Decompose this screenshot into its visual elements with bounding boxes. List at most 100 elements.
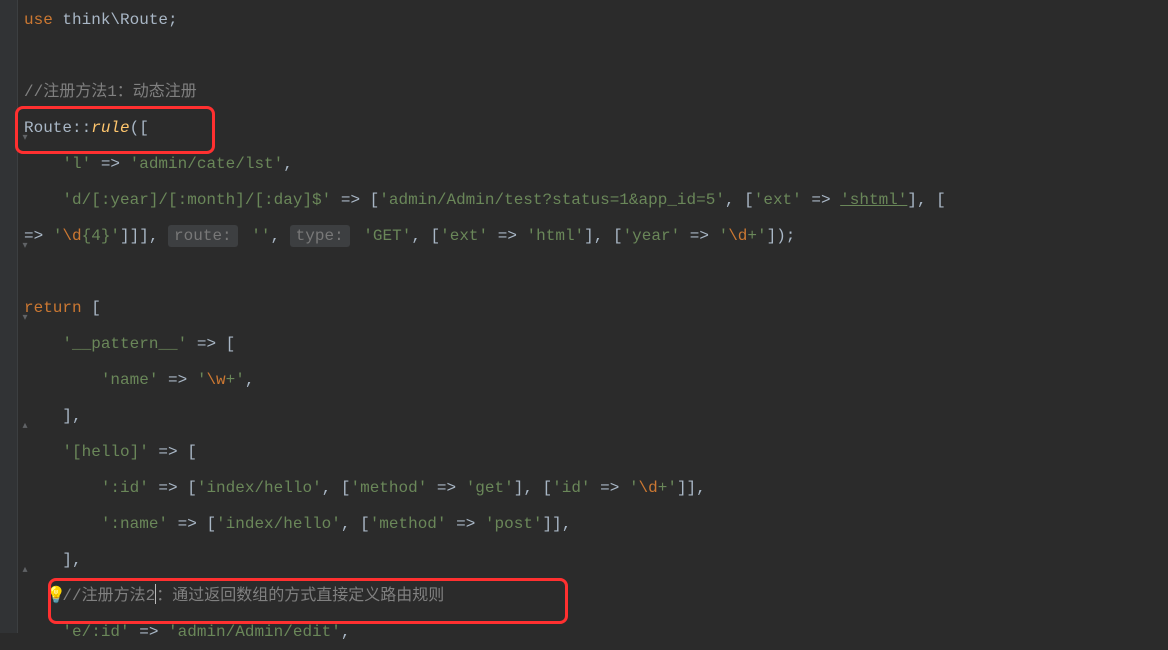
code-line[interactable]: 'l' => 'admin/cate/lst', [18,146,1168,182]
sep: ], [ [514,479,552,497]
comma: , [341,623,351,641]
id-key2: 'id' [552,479,590,497]
edit-key: 'e/:id' [62,623,129,641]
code-line-empty[interactable] [18,38,1168,74]
param-hint-route: route: [168,225,238,247]
ext-key: 'ext' [754,191,802,209]
edit-route: 'admin/Admin/edit' [168,623,341,641]
close-bracket: ], [62,551,81,569]
arrow-op: => [91,155,129,173]
arrow-bracket: => [ [149,479,197,497]
fold-end-icon[interactable]: ▴ [18,553,32,567]
method-get: 'get' [466,479,514,497]
code-line[interactable]: ▾ => '\d{4}']]], route: '', type: 'GET', … [18,218,1168,254]
code-line[interactable]: ▴ ], [18,542,1168,578]
comma: , [270,227,289,245]
code-line[interactable]: ▾Route::rule([ [18,110,1168,146]
method-key: 'method' [370,515,447,533]
id-key: ':id' [101,479,149,497]
method-post: 'post' [485,515,543,533]
year-key: 'year' [623,227,681,245]
code-line[interactable]: ▴ ], [18,398,1168,434]
comma: , [283,155,293,173]
route-target: 'index/hello' [197,479,322,497]
year-regex: '\d+' [719,227,767,245]
regex-val: '\w+' [197,371,245,389]
arrow-op: => [680,227,718,245]
ext-val: 'shtml' [840,191,907,209]
regex-val: '\d{4}' [53,227,120,245]
code-line[interactable]: ':name' => ['index/hello', ['method' => … [18,506,1168,542]
arrow-op: => [447,515,485,533]
arrow-op: => [802,191,840,209]
arrow-op: => [427,479,465,497]
name-key: 'name' [101,371,159,389]
class-path: think\Route [53,11,168,29]
arrow-op: => [591,479,629,497]
comma: , [245,371,255,389]
hello-key: '[hello]' [62,443,148,461]
method-get: 'GET' [363,227,411,245]
method-rule: rule [91,119,129,137]
empty-string: '' [251,227,270,245]
code-editor[interactable]: use think\Route; //注册方法1：动态注册 ▾Route::ru… [18,0,1168,650]
code-line[interactable]: '__pattern__' => [ [18,326,1168,362]
double-colon: :: [72,119,91,137]
route-pattern: 'd/[:year]/[:month]/[:day]$' [62,191,331,209]
route-target: 'index/hello' [216,515,341,533]
code-line[interactable]: //注册方法1：动态注册 [18,74,1168,110]
fold-icon[interactable]: ▾ [18,229,32,243]
fold-icon[interactable]: ▾ [18,301,32,315]
keyword-return: return [24,299,82,317]
code-line-empty[interactable] [18,254,1168,290]
sep: , [ [725,191,754,209]
fold-end-icon[interactable]: ▴ [18,409,32,423]
route-target: 'admin/Admin/test?status=1&app_id=5' [379,191,725,209]
code-line[interactable]: ▾return [ [18,290,1168,326]
sep: ], [ [907,191,945,209]
arrow-bracket: => [ [331,191,379,209]
array-key: 'l' [62,155,91,173]
sep: ], [ [584,227,622,245]
code-line[interactable]: ':id' => ['index/hello', ['method' => 'g… [18,470,1168,506]
keyword-use: use [24,11,53,29]
pattern-key: '__pattern__' [62,335,187,353]
code-line[interactable]: 💡 //注册方法2：通过返回数组的方式直接定义路由规则 [18,578,1168,614]
close-brackets: ]], [543,515,572,533]
method-key: 'method' [350,479,427,497]
arrow-op: => [488,227,526,245]
route-value: 'admin/cate/lst' [130,155,284,173]
code-line[interactable]: 'd/[:year]/[:month]/[:day]$' => ['admin/… [18,182,1168,218]
close-bracket: ], [62,407,81,425]
param-hint-type: type: [290,225,350,247]
comment-text-b: ：通过返回数组的方式直接定义路由规则 [156,587,444,605]
sep: , [ [411,227,440,245]
regex-val: '\d+' [629,479,677,497]
ext-key: 'ext' [440,227,488,245]
code-line[interactable]: 'e/:id' => 'admin/Admin/edit', [18,614,1168,650]
semicolon: ; [168,11,178,29]
name-key: ':name' [101,515,168,533]
comment: //注册方法1：动态注册 [24,83,197,101]
ext-val: 'html' [527,227,585,245]
arrow-bracket: => [ [187,335,235,353]
code-line[interactable]: '[hello]' => [ [18,434,1168,470]
arrow-bracket: => [ [168,515,216,533]
comment: //注册方法2：通过返回数组的方式直接定义路由规则 [62,587,444,605]
code-line[interactable]: use think\Route; [18,2,1168,38]
code-line[interactable]: 'name' => '\w+', [18,362,1168,398]
lightbulb-icon[interactable]: 💡 [46,578,66,614]
close-brackets: ]], [677,479,706,497]
open-bracket: ([ [130,119,149,137]
arrow-op: => [130,623,168,641]
open-bracket: [ [82,299,101,317]
arrow-op: => [158,371,196,389]
arrow-bracket: => [ [149,443,197,461]
sep: , [ [322,479,351,497]
end-statement: ]); [767,227,796,245]
sep: , [ [341,515,370,533]
close-brackets: ]]], [120,227,168,245]
fold-icon[interactable]: ▾ [18,121,32,135]
comment-text-a: //注册方法2 [62,587,155,605]
editor-gutter [0,0,18,633]
